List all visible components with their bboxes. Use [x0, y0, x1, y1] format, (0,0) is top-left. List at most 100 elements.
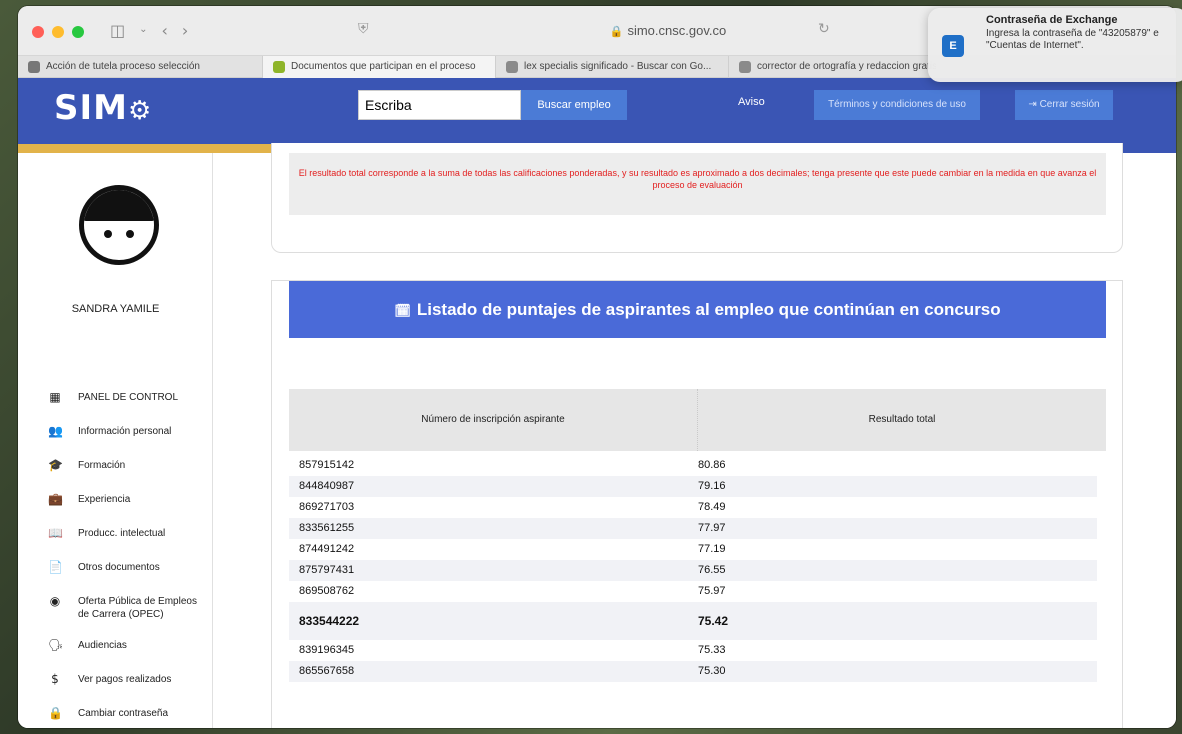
dollar-icon: $ — [51, 672, 59, 686]
sidebar-item[interactable]: 💼 Experiencia — [18, 493, 213, 527]
tab-favicon-icon — [273, 61, 285, 73]
sidebar-toggle-icon[interactable]: ◫ — [110, 21, 125, 40]
briefcase-icon: 💼 — [48, 492, 63, 506]
logout-icon: ⇥ — [1028, 99, 1040, 110]
scores-card: 🗓 Listado de puntajes de aspirantes al em… — [271, 280, 1123, 728]
aviso-link[interactable]: Aviso — [738, 96, 765, 108]
job-search-input[interactable] — [358, 90, 521, 120]
sidebar-item[interactable]: $ Ver pagos realizados — [18, 673, 213, 707]
sidebar-item[interactable]: 📖 Producc. intelectual — [18, 527, 213, 561]
forward-icon[interactable]: › — [182, 21, 188, 40]
sidebar-item[interactable]: 📄 Otros documentos — [18, 561, 213, 595]
sidebar-item[interactable]: 🔒 Cambiar contraseña — [18, 707, 213, 728]
cell-inscription-number: 869508762 — [299, 585, 355, 597]
sidebar-item[interactable]: ▦ PANEL DE CONTROL — [18, 391, 213, 425]
cell-inscription-number: 857915142 — [299, 459, 355, 471]
scores-table-body: 857915142 80.86 844840987 79.16 869271703 78.… — [289, 455, 1097, 682]
sidebar-item-label: Experiencia — [78, 494, 131, 505]
privacy-report-icon[interactable]: ⛨ — [358, 21, 369, 37]
logout-button[interactable]: ⇥ Cerrar sesión — [1015, 90, 1113, 120]
calendar-icon: 🗓 — [394, 304, 411, 319]
sidebar: SANDRA YAMILE ▦ PANEL DE CONTROL 👥 Informac… — [18, 153, 213, 728]
cell-total-score: 75.42 — [698, 614, 729, 628]
sidebar-menu: ▦ PANEL DE CONTROL 👥 Información personal 🎓 F… — [18, 391, 213, 728]
sidebar-item[interactable]: 🎓 Formación — [18, 459, 213, 493]
notice-text: El resultado total corresponde a la suma… — [289, 153, 1106, 215]
cell-inscription-number: 875797431 — [299, 564, 355, 576]
tab-label: lex specialis significado - Buscar con G… — [524, 61, 712, 72]
globe-icon: ◉ — [49, 594, 61, 608]
avatar — [79, 185, 159, 265]
main-content: El resultado total corresponde a la suma… — [213, 143, 1176, 728]
gear-logo-icon: ⚙ — [127, 96, 153, 126]
cell-total-score: 75.30 — [698, 665, 726, 677]
sidebar-item-label: Cambiar contraseña — [78, 708, 169, 719]
column-header-score[interactable]: Resultado total — [698, 389, 1106, 451]
sidebar-item[interactable]: 👥 Información personal — [18, 425, 213, 459]
dashboard-icon: ▦ — [49, 390, 61, 404]
table-row: 869508762 75.97 — [289, 581, 1097, 602]
tab-favicon-icon — [28, 61, 40, 73]
window-controls — [32, 26, 84, 38]
cell-total-score: 80.86 — [698, 459, 726, 471]
outlook-icon: E — [942, 35, 964, 57]
cell-inscription-number: 874491242 — [299, 543, 355, 555]
audience-icon: 🗣 — [48, 638, 64, 652]
book-icon: 📖 — [48, 526, 63, 540]
table-row: 833561255 77.97 — [289, 518, 1097, 539]
cell-total-score: 79.16 — [698, 480, 726, 492]
notification-body-line2: "Cuentas de Internet". — [986, 40, 1084, 51]
reload-icon[interactable]: ↻ — [818, 21, 830, 37]
back-icon[interactable]: ‹ — [162, 21, 168, 40]
address-text: simo.cnsc.gov.co — [627, 23, 727, 38]
cell-total-score: 75.33 — [698, 644, 726, 656]
sidebar-item-label: Oferta Pública de Empleos de Carrera (OP… — [78, 596, 197, 620]
sidebar-item-label: Ver pagos realizados — [78, 674, 172, 685]
simo-logo[interactable]: SIM⚙ — [54, 88, 152, 128]
chevron-down-icon[interactable]: ⌄ — [139, 21, 147, 40]
cell-total-score: 78.49 — [698, 501, 726, 513]
table-row: 874491242 77.19 — [289, 539, 1097, 560]
terms-button[interactable]: Términos y condiciones de uso — [814, 90, 980, 120]
address-bar[interactable]: 🔒 simo.cnsc.gov.co — [518, 20, 818, 42]
lock-icon: 🔒 — [609, 25, 624, 38]
cell-total-score: 77.19 — [698, 543, 726, 555]
notice-card: El resultado total corresponde a la suma… — [271, 143, 1123, 253]
list-title: 🗓 Listado de puntajes de aspirantes al em… — [289, 281, 1106, 338]
cell-inscription-number: 844840987 — [299, 480, 355, 492]
table-row: 869271703 78.49 — [289, 497, 1097, 518]
browser-tab[interactable]: lex specialis significado - Buscar con G… — [496, 56, 729, 78]
search-job-button[interactable]: Buscar empleo — [521, 90, 627, 120]
zoom-window-button[interactable] — [72, 26, 84, 38]
table-row: 865567658 75.30 — [289, 661, 1097, 682]
logout-label: Cerrar sesión — [1039, 99, 1100, 110]
cell-inscription-number: 865567658 — [299, 665, 355, 677]
people-icon: 👥 — [48, 424, 63, 438]
table-row: 857915142 80.86 — [289, 455, 1097, 476]
toolbar-nav: ◫ ⌄ ‹ › — [110, 21, 188, 40]
exchange-password-notification[interactable]: E Contraseña de Exchange Ingresa la cont… — [928, 8, 1182, 82]
cell-inscription-number: 833561255 — [299, 522, 355, 534]
cell-inscription-number: 833544222 — [299, 614, 360, 628]
tab-label: Acción de tutela proceso selección — [46, 61, 200, 72]
browser-tab[interactable]: corrector de ortografía y redaccion grat… — [729, 56, 937, 78]
cell-total-score: 76.55 — [698, 564, 726, 576]
sidebar-item[interactable]: ◉ Oferta Pública de Empleos de Carrera (O… — [18, 595, 213, 639]
logo-text: SIM — [54, 88, 128, 128]
lock-icon: 🔒 — [48, 706, 63, 720]
tab-label: Documentos que participan en el proceso — [291, 61, 476, 72]
sidebar-item[interactable]: 🗣 Audiencias — [18, 639, 213, 673]
browser-window: ◫ ⌄ ‹ › ⛨ 🔒 simo.cnsc.gov.co ↻ Acción de … — [18, 6, 1176, 728]
close-window-button[interactable] — [32, 26, 44, 38]
notification-body-line1: Ingresa la contraseña de "43205879" e — [986, 28, 1159, 39]
table-row: 833544222 75.42 — [289, 602, 1097, 640]
column-header-id[interactable]: Número de inscripción aspirante — [289, 389, 698, 451]
tab-favicon-icon — [506, 61, 518, 73]
document-icon: 📄 — [48, 560, 63, 574]
sidebar-item-label: PANEL DE CONTROL — [78, 392, 179, 403]
browser-tab[interactable]: Documentos que participan en el proceso — [263, 56, 496, 78]
tab-favicon-icon — [739, 61, 751, 73]
minimize-window-button[interactable] — [52, 26, 64, 38]
browser-tab[interactable]: Acción de tutela proceso selección — [18, 56, 263, 78]
tab-label: corrector de ortografía y redaccion grat… — [757, 61, 937, 72]
